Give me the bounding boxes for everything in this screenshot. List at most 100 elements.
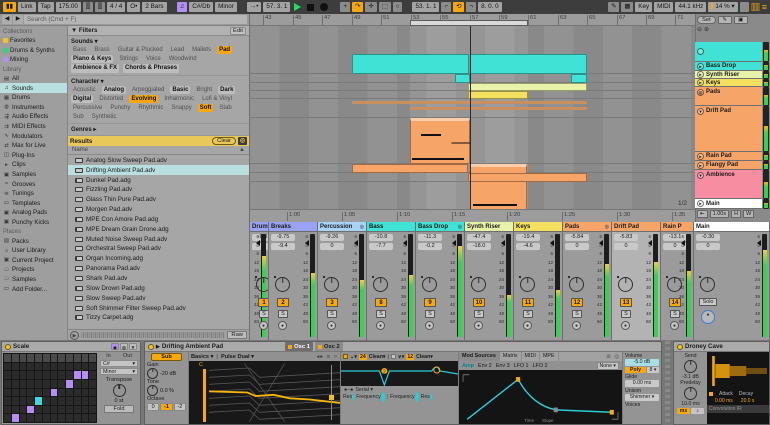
filter-chip[interactable]: Digital [71, 95, 93, 103]
result-item[interactable]: MPE Con Amore Pad.adg [68, 214, 249, 224]
track-fold-icon[interactable]: ▸ [697, 63, 704, 70]
pan-knob[interactable] [422, 277, 437, 292]
groove-amount[interactable]: O• [127, 2, 140, 12]
result-item[interactable]: Drifting Ambient Pad.adv [68, 165, 249, 175]
key-map-button[interactable]: Key [635, 2, 652, 12]
volume-field[interactable]: -9.26 [320, 234, 344, 241]
arm-button[interactable]: ● [327, 321, 336, 330]
clip[interactable] [470, 54, 587, 74]
filter-chip[interactable]: Arpeggiated [130, 86, 166, 94]
library-item[interactable]: ▦ Drums [0, 93, 67, 103]
track-fold-icon[interactable]: ▸ [697, 162, 704, 169]
clear-filters-button[interactable]: Clear [212, 137, 236, 145]
decay-value[interactable]: 20.0 s [741, 398, 755, 404]
filter-chip[interactable]: Soft [198, 104, 214, 112]
filter-chip[interactable]: Woodwind [167, 55, 199, 63]
wavetable-select[interactable]: Pulse Dual ▾ [221, 354, 254, 360]
clip[interactable] [468, 173, 587, 182]
tab-env2[interactable]: Env 2 [478, 363, 492, 369]
result-item[interactable]: MPE Dream Grain Drone.adg [68, 224, 249, 234]
track-lane[interactable] [250, 74, 695, 83]
channel-fold-icon[interactable]: ◎ [458, 224, 462, 230]
track-number-badge[interactable]: 3 [326, 298, 338, 307]
transpose-knob[interactable] [113, 384, 126, 397]
result-item[interactable]: Analog Slow Sweep Pad.adv [68, 155, 249, 165]
filter2-shape-icon[interactable]: ∨▾ [398, 354, 404, 360]
arm-button[interactable]: ● [278, 321, 287, 330]
arm-button[interactable]: ● [670, 321, 679, 330]
pan-field[interactable]: 0 [614, 243, 638, 250]
pan-knob[interactable] [275, 277, 290, 292]
filter2-res[interactable]: Res [421, 394, 432, 400]
places-item[interactable]: ▧ Packs [0, 236, 67, 246]
peak-marker[interactable] [648, 240, 652, 246]
pan-knob[interactable] [256, 277, 269, 292]
clip[interactable] [468, 83, 587, 91]
solo-button[interactable]: S [474, 310, 484, 318]
filter-display[interactable]: 2 [341, 361, 458, 386]
pan-field[interactable]: 0 [320, 243, 344, 250]
track-header[interactable] [695, 42, 762, 62]
channel-name[interactable]: Drift Pad [612, 222, 660, 232]
device-on-icon[interactable] [5, 344, 11, 350]
predelay-knob[interactable] [684, 387, 697, 400]
width-zoom-button[interactable]: W [743, 210, 754, 218]
volume-field[interactable]: -19.4 [516, 234, 540, 241]
track-header[interactable]: ▸ Synth Riser [695, 71, 762, 79]
filter-chip[interactable]: Synthetic [90, 113, 119, 121]
height-zoom-button[interactable]: H [731, 210, 741, 218]
lock-envelopes-icon[interactable]: ▣ [734, 16, 748, 24]
tab-matrix[interactable]: Matrix [500, 352, 522, 361]
sounds-filter-header[interactable]: Sounds ▾ [68, 36, 249, 45]
solo-button[interactable]: S [670, 310, 680, 318]
clip[interactable] [352, 164, 468, 173]
filter-chip[interactable]: Strings [117, 55, 140, 63]
sync-mode-button[interactable]: ♪ [691, 408, 704, 414]
library-item[interactable]: ⇶ Audio Effects [0, 112, 67, 122]
loop-button[interactable]: ⟲ [453, 2, 464, 12]
solo-button[interactable]: Solo [699, 298, 717, 306]
quantize-menu[interactable]: 2 Bars [142, 2, 166, 12]
tab-osc2[interactable]: Osc 2 [315, 342, 343, 351]
device-on-icon[interactable] [148, 344, 154, 350]
solo-button[interactable]: S [278, 310, 288, 318]
filter-chip[interactable]: Guitar & Plucked [116, 46, 165, 54]
time-signature-field[interactable]: 4 / 4 [107, 2, 125, 12]
raw-button[interactable]: Raw [227, 331, 247, 339]
arm-button[interactable]: ● [376, 321, 385, 330]
channel-name[interactable]: Rain P [661, 222, 693, 232]
map-icon[interactable]: ◆ [111, 343, 119, 350]
filter-chip[interactable]: Bright [194, 86, 214, 94]
peak-marker[interactable] [256, 240, 260, 246]
set-marker-button[interactable]: Set [697, 16, 716, 24]
solo-button[interactable]: S [621, 310, 631, 318]
voice-count-select[interactable]: 8 ▾ [647, 367, 659, 373]
wavetable-category-select[interactable]: Basics ▾ [191, 354, 213, 360]
result-item[interactable]: Slow Drown Pad.adg [68, 283, 249, 293]
stop-button[interactable] [307, 4, 314, 11]
hot-swap-icon[interactable]: ◎ [238, 137, 247, 145]
character-filter-header[interactable]: Character ▾ [68, 76, 249, 85]
track-number-badge[interactable]: 11 [522, 298, 534, 307]
pan-knob[interactable] [618, 277, 633, 292]
filter-chip[interactable]: Rhythmic [136, 104, 165, 112]
draw-automation-icon[interactable]: ✎ [718, 16, 732, 24]
channel-name[interactable]: Bass [367, 222, 415, 232]
arm-button[interactable]: ● [259, 321, 268, 330]
places-item[interactable]: ▭ Add Folder... [0, 284, 67, 294]
hotswap-icon[interactable]: ◎ [120, 343, 128, 350]
midi-map-button[interactable]: MIDI [654, 2, 673, 12]
library-item[interactable]: ▣ Analog Pads [0, 208, 67, 218]
capture-midi-button[interactable]: ⬚ [379, 2, 391, 12]
result-item[interactable]: Orchestral Sweep Pad.adv [68, 244, 249, 254]
result-item[interactable]: Organ Incoming.adg [68, 254, 249, 264]
channel-name[interactable]: Main [694, 222, 769, 232]
envelope-display[interactable]: TimeSlope [459, 370, 622, 424]
pan-field[interactable]: -18.0 [467, 243, 491, 250]
tab-amp-env[interactable]: Amp [462, 363, 474, 369]
peak-marker[interactable] [501, 240, 505, 246]
filter1-circuit-select[interactable]: Clean▾ [369, 354, 386, 360]
automation-arm-button[interactable]: ↷ [352, 2, 363, 12]
result-item[interactable]: Panorama Pad.adv [68, 264, 249, 274]
result-item[interactable]: Soft Shimmer Filter Sweep Pad.adv [68, 303, 249, 313]
